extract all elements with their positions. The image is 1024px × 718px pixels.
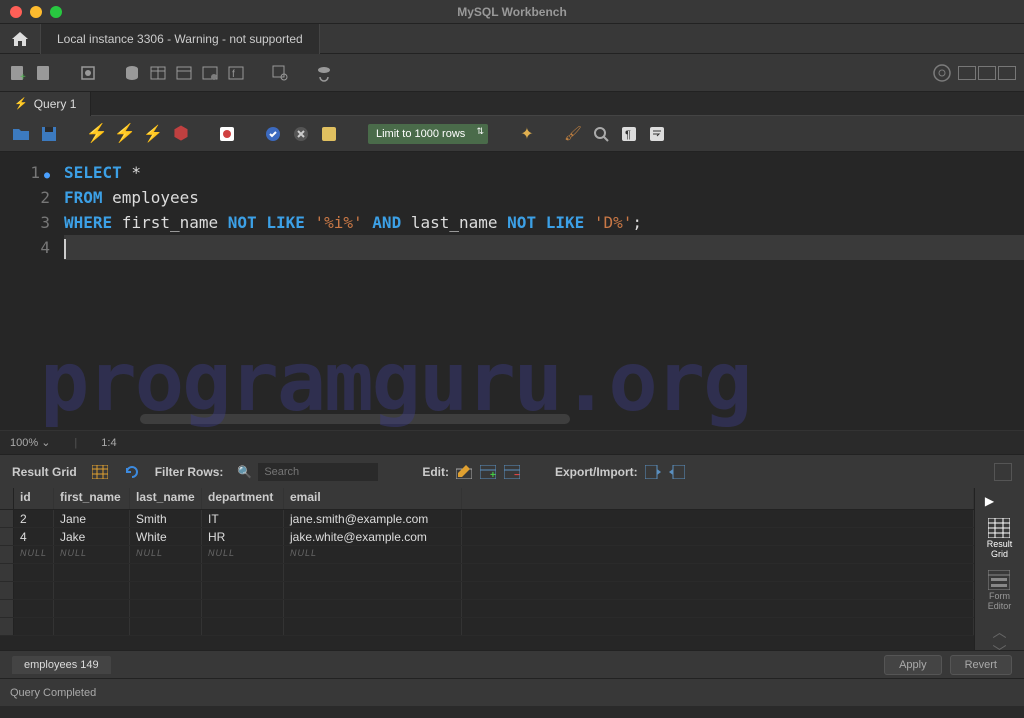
svg-text:+: + — [490, 470, 496, 479]
close-window-icon[interactable] — [10, 6, 22, 18]
reconnect-icon[interactable] — [314, 63, 334, 83]
create-view-icon[interactable] — [174, 63, 194, 83]
autocommit-icon[interactable] — [320, 125, 338, 143]
save-file-icon[interactable] — [40, 125, 58, 143]
edit-label: Edit: — [422, 465, 449, 479]
new-sql-tab-icon[interactable]: + — [8, 63, 28, 83]
line-gutter: 1● 2 3 4 — [0, 152, 60, 430]
form-editor-option[interactable]: Form Editor — [988, 570, 1012, 612]
explain-icon[interactable]: ⚡ — [144, 125, 162, 143]
main-toolbar: + f — [0, 54, 1024, 92]
export-icon[interactable] — [644, 463, 662, 481]
create-function-icon[interactable]: f — [226, 63, 246, 83]
grid-view-icon[interactable] — [91, 463, 109, 481]
limit-rows-select[interactable]: Limit to 1000 rows — [368, 124, 488, 144]
svg-text:−: − — [514, 470, 520, 479]
svg-text:f: f — [232, 69, 235, 80]
toggle-bottom-panel-icon[interactable] — [978, 66, 996, 80]
result-toolbar: Result Grid Filter Rows: 🔍 Edit: + − Exp… — [0, 454, 1024, 488]
bolt-icon: ⚡ — [14, 97, 28, 110]
create-procedure-icon[interactable] — [200, 63, 220, 83]
execute-current-icon[interactable]: ⚡ — [116, 125, 134, 143]
filter-label: Filter Rows: — [155, 465, 224, 479]
open-sql-icon[interactable] — [34, 63, 54, 83]
search-icon[interactable] — [592, 125, 610, 143]
col-first-name[interactable]: first_name — [54, 488, 130, 509]
editor-toolbar: ⚡ ⚡ ⚡ ⬢ Limit to 1000 rows ✦ 🖌 ¶ — [0, 116, 1024, 152]
result-bottom: employees 149 Apply Revert — [0, 650, 1024, 678]
search-table-icon[interactable] — [270, 63, 290, 83]
export-label: Export/Import: — [555, 465, 638, 479]
result-grid-option[interactable]: Result Grid — [987, 518, 1013, 560]
commit-icon[interactable] — [264, 125, 282, 143]
col-email[interactable]: email — [284, 488, 462, 509]
open-file-icon[interactable] — [12, 125, 30, 143]
cursor-position: 1:4 — [101, 437, 116, 449]
col-last-name[interactable]: last_name — [130, 488, 202, 509]
horizontal-scrollbar[interactable] — [140, 414, 570, 424]
delete-row-icon[interactable]: − — [503, 463, 521, 481]
zoom-window-icon[interactable] — [50, 6, 62, 18]
app-title: MySQL Workbench — [0, 5, 1024, 19]
status-bar: Query Completed — [0, 678, 1024, 706]
execute-icon[interactable]: ⚡ — [88, 125, 106, 143]
filter-input[interactable] — [258, 463, 378, 481]
find-icon[interactable]: 🖌 — [564, 125, 582, 143]
toggle-limiting-icon[interactable] — [218, 125, 236, 143]
toggle-left-panel-icon[interactable] — [958, 66, 976, 80]
home-icon[interactable] — [0, 24, 40, 54]
query-tabs: ⚡ Query 1 — [0, 92, 1024, 116]
zoom-level[interactable]: 100% — [10, 436, 50, 449]
sql-editor[interactable]: 1● 2 3 4 SELECT * FROM employees WHERE f… — [0, 152, 1024, 430]
rollback-icon[interactable] — [292, 125, 310, 143]
table-row-null[interactable]: NULLNULLNULLNULLNULL — [0, 546, 974, 564]
query-tab[interactable]: ⚡ Query 1 — [0, 92, 91, 116]
connection-tabs: Local instance 3306 - Warning - not supp… — [0, 24, 1024, 54]
import-icon[interactable] — [668, 463, 686, 481]
result-side-panel: ▶ Result Grid Form Editor ︿﹀ — [974, 488, 1024, 650]
result-grid[interactable]: id first_name last_name department email… — [0, 488, 974, 650]
editor-status: 100% | 1:4 — [0, 430, 1024, 454]
refresh-icon[interactable] — [123, 463, 141, 481]
status-text: Query Completed — [10, 687, 96, 699]
code-area[interactable]: SELECT * FROM employees WHERE first_name… — [60, 152, 1024, 430]
stop-icon[interactable]: ⬢ — [172, 125, 190, 143]
apply-button[interactable]: Apply — [884, 655, 942, 675]
table-row[interactable]: 2JaneSmithITjane.smith@example.com — [0, 510, 974, 528]
revert-button[interactable]: Revert — [950, 655, 1012, 675]
col-department[interactable]: department — [202, 488, 284, 509]
inspector-icon[interactable] — [78, 63, 98, 83]
create-schema-icon[interactable] — [122, 63, 142, 83]
result-grid-label: Result Grid — [12, 465, 77, 479]
col-id[interactable]: id — [14, 488, 54, 509]
wrap-cells-icon[interactable] — [994, 463, 1012, 481]
toggle-right-panel-icon[interactable] — [998, 66, 1016, 80]
result-tab[interactable]: employees 149 — [12, 656, 111, 674]
create-table-icon[interactable] — [148, 63, 168, 83]
invisible-chars-icon[interactable]: ¶ — [620, 125, 638, 143]
settings-gear-icon[interactable] — [932, 63, 952, 83]
connection-tab[interactable]: Local instance 3306 - Warning - not supp… — [40, 24, 320, 54]
edit-row-icon[interactable] — [455, 463, 473, 481]
svg-text:¶: ¶ — [625, 129, 631, 141]
titlebar: MySQL Workbench — [0, 0, 1024, 24]
wrap-icon[interactable] — [648, 125, 666, 143]
minimize-window-icon[interactable] — [30, 6, 42, 18]
result-area: id first_name last_name department email… — [0, 488, 1024, 650]
query-tab-label: Query 1 — [34, 97, 77, 111]
beautify-icon[interactable]: ✦ — [518, 125, 536, 143]
table-row[interactable]: 4JakeWhiteHRjake.white@example.com — [0, 528, 974, 546]
grid-header: id first_name last_name department email — [0, 488, 974, 510]
add-row-icon[interactable]: + — [479, 463, 497, 481]
svg-text:+: + — [20, 72, 26, 82]
